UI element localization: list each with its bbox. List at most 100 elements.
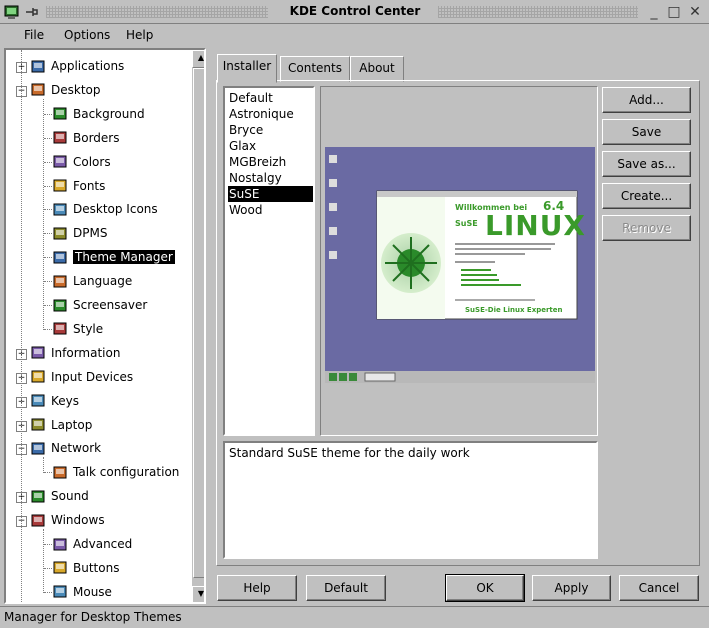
tree-item-label: Buttons	[73, 560, 120, 575]
tree-item[interactable]: Talk configuration	[52, 461, 179, 483]
tree-item[interactable]: Language	[52, 270, 132, 292]
tree-item-label: Network	[51, 441, 102, 456]
dpms-icon	[53, 227, 67, 240]
maximize-button[interactable]: □	[666, 4, 682, 20]
laptop-icon	[31, 418, 45, 431]
window-title: KDE Control Center	[289, 4, 421, 18]
tab-about[interactable]: About	[350, 56, 404, 82]
desktop-icon	[31, 83, 45, 96]
virus-graphic	[377, 197, 445, 319]
tree-item[interactable]: Laptop	[30, 414, 92, 436]
tree-item-label: DPMS	[73, 226, 108, 241]
tab-installer[interactable]: Installer	[217, 54, 277, 83]
theme-list-item[interactable]: Astronique	[228, 106, 313, 122]
theme-list-item[interactable]: Glax	[228, 138, 313, 154]
ok-button[interactable]: OK	[445, 574, 525, 602]
remove-button[interactable]: Remove	[602, 215, 691, 241]
tree-scrollbar[interactable]: ▲ ▼	[192, 50, 204, 602]
keys-icon	[31, 394, 45, 407]
talk-icon	[53, 466, 67, 479]
theme-manager-icon	[53, 251, 67, 264]
add-button[interactable]: Add...	[602, 87, 691, 113]
desktop-icons-icon	[53, 203, 67, 216]
control-center-icon[interactable]	[4, 4, 20, 20]
tree-item[interactable]: Applications	[30, 55, 124, 77]
advanced-icon	[53, 538, 67, 550]
tree-item[interactable]: Sound	[30, 485, 89, 507]
cancel-button[interactable]: Cancel	[619, 575, 699, 601]
tree-item[interactable]: Screensaver	[52, 294, 147, 316]
theme-list-item[interactable]: SuSE	[228, 186, 313, 202]
tree-item[interactable]: Fonts	[52, 175, 105, 197]
tree-item-label: Theme Manager	[73, 250, 175, 265]
tree-item[interactable]: Borders	[52, 127, 119, 149]
tree-item[interactable]: DPMS	[52, 222, 107, 244]
preview-desktop: Willkommen bei 6.4 SuSE LINUX SuSE-Die L…	[325, 147, 595, 383]
tree-item[interactable]: Network	[30, 437, 101, 459]
menu-help[interactable]: Help	[126, 28, 153, 42]
scroll-down-arrow-icon[interactable]: ▼	[192, 586, 204, 602]
tree-item[interactable]: Keys	[30, 390, 79, 412]
help-button[interactable]: Help	[217, 575, 297, 601]
theme-list[interactable]: Default Astronique Bryce Glax MGBreizh Nostal…	[223, 86, 315, 436]
status-bar: Manager for Desktop Themes	[0, 606, 709, 628]
scroll-up-arrow-icon[interactable]: ▲	[192, 50, 204, 68]
apply-button[interactable]: Apply	[532, 575, 611, 601]
save-button[interactable]: Save	[602, 119, 691, 145]
tab-contents[interactable]: Contents	[280, 56, 350, 82]
tree-item-label: Borders	[73, 130, 120, 145]
applications-icon	[31, 60, 45, 72]
tree-item-label: Sound	[51, 489, 89, 504]
theme-list-item[interactable]: MGBreizh	[228, 154, 313, 170]
tree-item[interactable]: Windows	[30, 509, 105, 531]
menu-file[interactable]: File	[24, 28, 44, 42]
tree-item[interactable]: Mouse	[52, 581, 112, 602]
tree-item[interactable]: Input Devices	[30, 366, 133, 388]
module-tree[interactable]: Applications + Desktop − Background Borders Co…	[4, 48, 206, 604]
pin-icon[interactable]	[24, 6, 40, 18]
tree-item-label: Laptop	[51, 417, 93, 432]
tree-item-label: Windows	[51, 513, 105, 528]
menu-options[interactable]: Options	[64, 28, 110, 42]
windows-icon	[31, 514, 45, 527]
tree-item-label: Mouse	[73, 584, 112, 599]
tree-item[interactable]: Desktop	[30, 79, 101, 101]
tree-item-label: Colors	[73, 154, 111, 169]
close-button[interactable]: ✕	[687, 4, 703, 20]
theme-list-item[interactable]: Nostalgy	[228, 170, 313, 186]
tree-item[interactable]: Buttons	[52, 557, 119, 579]
network-icon	[31, 442, 45, 455]
tree-item-label: Desktop Icons	[73, 202, 158, 217]
tree-item[interactable]: Advanced	[52, 533, 132, 555]
tree-item-label: Background	[73, 106, 145, 121]
title-bar[interactable]: KDE Control Center _ □ ✕	[0, 0, 709, 24]
default-button[interactable]: Default	[306, 575, 386, 601]
tree-item[interactable]: Style	[52, 318, 103, 340]
theme-list-item[interactable]: Bryce	[228, 122, 313, 138]
tree-item-label: Advanced	[73, 537, 133, 551]
tree-item-label: Style	[73, 321, 104, 336]
information-icon	[31, 346, 45, 359]
style-icon	[53, 322, 67, 335]
create-button[interactable]: Create...	[602, 183, 691, 209]
status-text: Manager for Desktop Themes	[4, 610, 182, 624]
mouse-icon	[53, 585, 67, 598]
tree-item[interactable]: Theme Manager	[52, 246, 175, 268]
preview-brand-big: LINUX	[485, 209, 587, 242]
minimize-button[interactable]: _	[646, 4, 662, 20]
menu-bar: File Options Help	[0, 24, 709, 46]
theme-list-item[interactable]: Wood	[228, 202, 313, 218]
tree-item[interactable]: Colors	[52, 151, 111, 173]
tree-item[interactable]: Background	[52, 103, 145, 125]
theme-list-item[interactable]: Default	[228, 90, 313, 106]
save-as-button[interactable]: Save as...	[602, 151, 691, 177]
tree-item-label: Fonts	[73, 178, 106, 193]
tree-item-label: Applications	[51, 59, 125, 73]
panel-splitter[interactable]	[208, 48, 214, 604]
language-icon	[53, 275, 67, 288]
scrollbar-thumb[interactable]	[193, 68, 204, 578]
buttons-icon	[53, 561, 67, 574]
tree-item[interactable]: Information	[30, 342, 120, 364]
background-icon	[53, 107, 67, 120]
tree-item[interactable]: Desktop Icons	[52, 198, 158, 220]
